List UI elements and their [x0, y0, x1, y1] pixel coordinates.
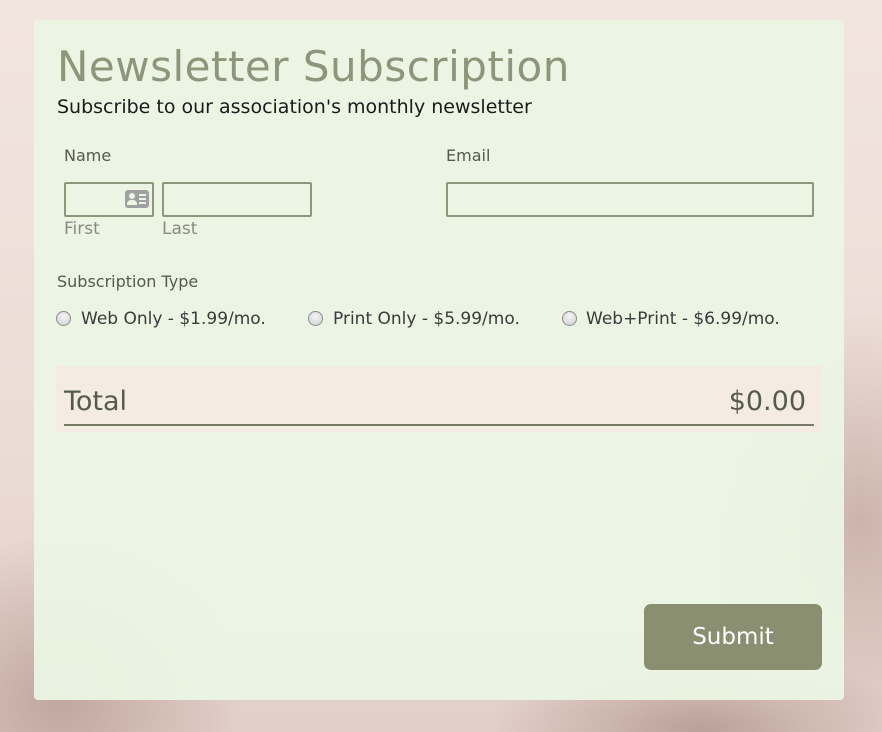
total-divider	[64, 424, 814, 426]
total-section: Total $0.00	[56, 366, 822, 432]
email-input[interactable]	[446, 182, 814, 217]
first-name-input[interactable]	[64, 182, 154, 217]
subscription-type-label: Subscription Type	[57, 272, 199, 291]
last-name-input[interactable]	[162, 182, 312, 217]
email-label: Email	[446, 146, 491, 165]
contact-card-icon	[125, 190, 149, 208]
form-subtitle: Subscribe to our association's monthly n…	[57, 96, 532, 118]
total-value: $0.00	[728, 386, 806, 417]
radio-print-only-label[interactable]: Print Only - $5.99/mo.	[333, 309, 520, 329]
submit-button[interactable]: Submit	[644, 604, 822, 670]
radio-web-print[interactable]	[562, 311, 577, 326]
last-name-sublabel: Last	[162, 219, 198, 239]
form-title: Newsletter Subscription	[57, 42, 570, 91]
first-name-sublabel: First	[64, 219, 100, 239]
radio-web-print-label[interactable]: Web+Print - $6.99/mo.	[586, 309, 780, 329]
form-card: Newsletter Subscription Subscribe to our…	[34, 20, 844, 700]
radio-print-only[interactable]	[308, 311, 323, 326]
radio-web-only-label[interactable]: Web Only - $1.99/mo.	[81, 309, 266, 329]
radio-web-only[interactable]	[56, 311, 71, 326]
name-label: Name	[64, 146, 112, 165]
total-label: Total	[64, 386, 128, 417]
